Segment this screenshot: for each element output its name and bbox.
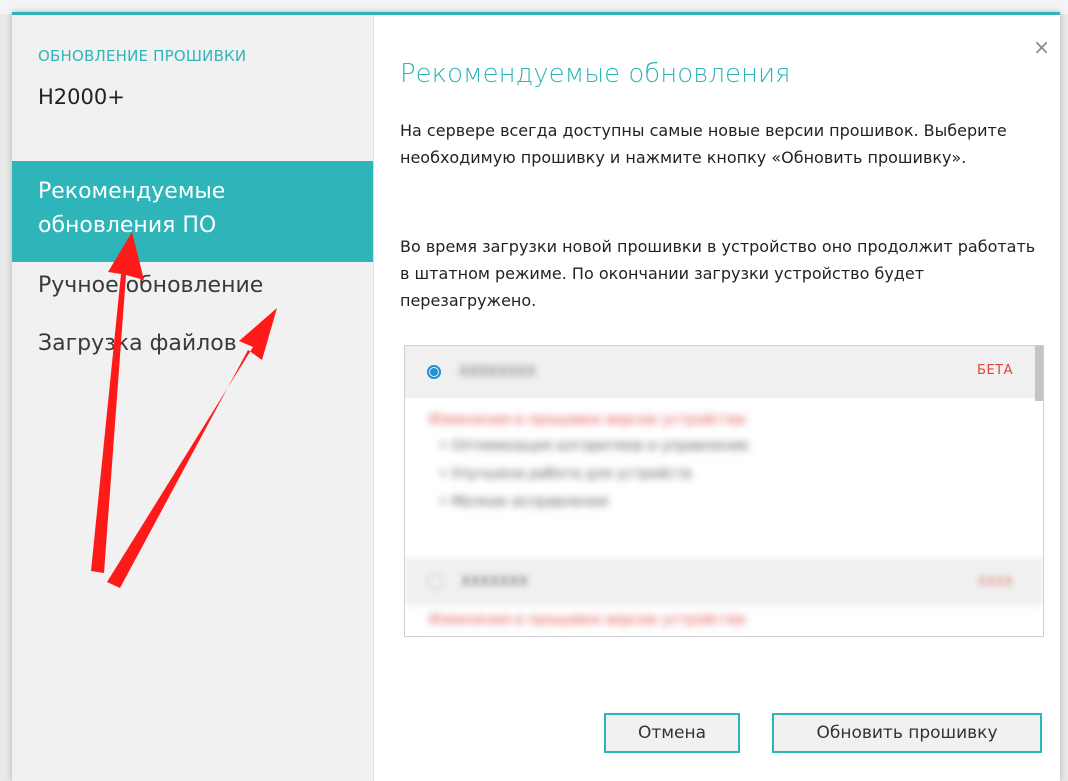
nav-item-label: Ручное обновление	[38, 273, 264, 298]
changelog-bullet: • Оптимизация алгоритмов и управление	[439, 438, 749, 454]
changelog-bullet: • Мелкие исправления	[439, 494, 608, 510]
firmware-version: XXXXXXXX	[459, 364, 536, 380]
firmware-item-selected[interactable]: XXXXXXXX БЕТА	[405, 346, 1043, 398]
firmware-update-dialog: ОБНОВЛЕНИЕ ПРОШИВКИ H2000+ Рекомендуемые…	[12, 12, 1060, 781]
nav-item-recommended[interactable]: Рекомендуемые обновления ПО	[12, 161, 373, 262]
firmware-radio-unselected[interactable]	[427, 574, 443, 590]
firmware-item-second[interactable]: XXXXXXX XXXX	[405, 558, 1043, 606]
changelog-note: Изменения в прошивке версии устройства	[429, 612, 746, 628]
description-paragraph-1: На сервере всегда доступны самые новые в…	[400, 121, 1007, 167]
nav-item-label: Загрузка файлов	[38, 331, 237, 356]
nav-item-manual[interactable]: Ручное обновление	[12, 269, 373, 303]
firmware-badge: XXXX	[977, 574, 1013, 590]
dialog-main: × Рекомендуемые обновления На сервере вс…	[374, 15, 1060, 781]
changelog-bullet: • Улучшена работа для устройств	[439, 466, 692, 482]
nav-item-file-upload[interactable]: Загрузка файлов	[12, 327, 373, 361]
close-icon[interactable]: ×	[1033, 37, 1050, 57]
changelog-note: Изменения в прошивке версии устройства	[429, 412, 746, 428]
section-title: Рекомендуемые обновления	[400, 59, 791, 89]
update-firmware-button[interactable]: Обновить прошивку	[772, 713, 1042, 753]
device-name: H2000+	[38, 85, 125, 109]
description-paragraph-2: Во время загрузки новой прошивки в устро…	[400, 237, 1036, 310]
cancel-button[interactable]: Отмена	[604, 713, 740, 753]
sidebar-heading: ОБНОВЛЕНИЕ ПРОШИВКИ	[38, 47, 247, 65]
beta-badge: БЕТА	[977, 363, 1013, 378]
firmware-version: XXXXXXX	[461, 574, 529, 590]
firmware-radio-selected[interactable]	[427, 365, 441, 379]
radio-dot-icon	[430, 368, 438, 376]
nav-item-label: Рекомендуемые обновления ПО	[38, 179, 226, 238]
firmware-changelog: Изменения в прошивке версии устройства •…	[405, 398, 1043, 516]
list-scrollbar[interactable]	[1035, 346, 1043, 401]
dialog-sidebar: ОБНОВЛЕНИЕ ПРОШИВКИ H2000+ Рекомендуемые…	[12, 15, 374, 781]
firmware-list[interactable]: XXXXXXXX БЕТА Изменения в прошивке верси…	[404, 345, 1044, 637]
